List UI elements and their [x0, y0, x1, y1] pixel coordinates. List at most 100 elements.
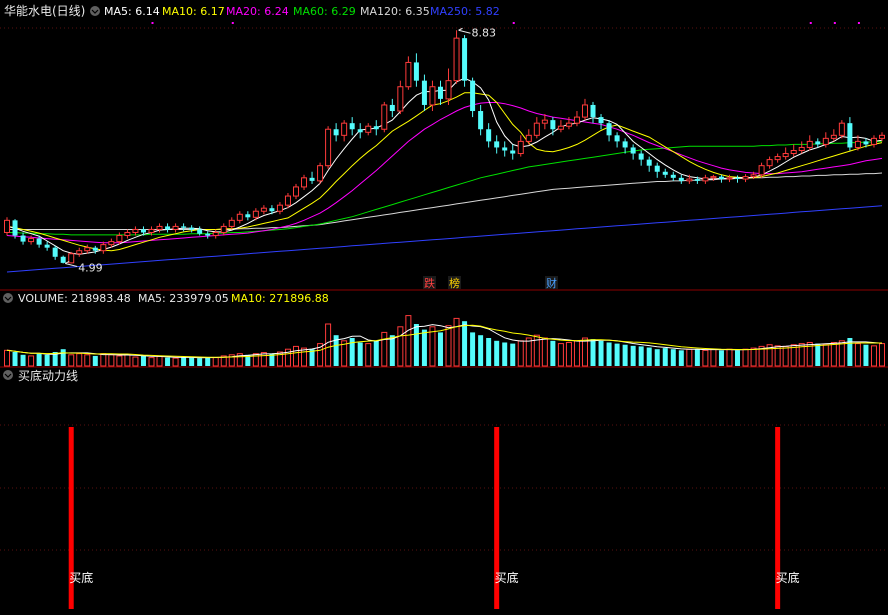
candle-body [470, 80, 476, 112]
candle-body [68, 253, 75, 264]
volume-bar [581, 337, 588, 367]
candle-body [301, 177, 308, 188]
candle [533, 117, 540, 139]
volume-bar [405, 315, 412, 367]
volume-bar [20, 354, 26, 366]
candle-body [646, 159, 652, 166]
candle-body [397, 86, 404, 112]
candle-body [782, 153, 789, 158]
badge-cai[interactable]: 财 [546, 276, 557, 290]
candle [581, 98, 588, 121]
candle-body [36, 238, 42, 245]
volume-bar [132, 356, 139, 367]
volume-bars [4, 315, 885, 367]
candle [212, 229, 219, 239]
indicator-collapse-icon[interactable] [3, 370, 13, 380]
volume-bar [686, 348, 693, 367]
volume-bar [702, 349, 709, 367]
candle-body [212, 231, 219, 237]
candle [397, 80, 404, 115]
volume-collapse-icon[interactable] [3, 293, 13, 303]
volume-bar [590, 339, 596, 366]
volume-bar [718, 350, 724, 366]
candle [510, 144, 516, 160]
buy-signal-label: 买底 [495, 570, 519, 585]
ma5-value: MA5: 6.14 [104, 5, 160, 18]
candle-body [365, 125, 372, 133]
badge-die[interactable]: 跌 [424, 276, 435, 290]
candle-body [349, 123, 355, 130]
volume-bar [373, 340, 379, 366]
candle-body [4, 219, 10, 233]
candle [76, 247, 83, 257]
candle [52, 245, 58, 260]
candle [606, 120, 612, 142]
volume-bar [486, 338, 492, 366]
candle-body [341, 122, 348, 136]
candle-body [445, 80, 452, 100]
candle [228, 217, 235, 230]
ma120-line [7, 172, 883, 230]
candle [220, 223, 227, 236]
candle-body [822, 137, 829, 145]
candle-body [879, 134, 885, 139]
volume-bar [205, 357, 211, 366]
candle [462, 35, 468, 87]
candle [68, 251, 75, 264]
candle-body [325, 128, 332, 167]
candle [100, 241, 107, 254]
buy-signal-lines: 买底 买底 买底 [68, 427, 800, 609]
candle-body [429, 86, 436, 106]
event-dot [809, 22, 812, 24]
candle-body [197, 229, 203, 234]
candle-body [830, 134, 837, 139]
candle-body [806, 140, 813, 148]
volume-bar [156, 355, 163, 367]
candlesticks [4, 30, 885, 264]
volume-bar [550, 340, 556, 366]
badge-bang[interactable]: 榜 [449, 276, 460, 290]
candle-body [758, 165, 765, 176]
candle [365, 123, 372, 136]
candle [124, 229, 131, 239]
candle-body [710, 176, 717, 179]
candle [806, 135, 813, 151]
candle [702, 174, 709, 184]
candle [541, 114, 548, 130]
volume-bar [140, 355, 146, 366]
candle-body [662, 171, 668, 175]
event-badges[interactable]: 跌 榜 财 [423, 276, 558, 290]
candle [276, 202, 283, 215]
candle-body [654, 165, 660, 172]
candle [502, 141, 508, 157]
volume-bar [445, 325, 452, 367]
volume-bar [165, 357, 171, 366]
volume-bar [357, 342, 363, 366]
buy-signal: 买底 [68, 427, 93, 609]
volume-bar [60, 349, 66, 366]
volume-bar [565, 341, 572, 367]
volume-bar [510, 343, 516, 366]
panel-collapse-icon[interactable] [90, 6, 100, 16]
ma250-value: MA250: 5.82 [430, 5, 500, 18]
volume-bar [462, 321, 468, 366]
candle-body [309, 177, 315, 181]
candle [181, 223, 187, 232]
candle [260, 205, 267, 215]
candle [614, 132, 620, 148]
volume-bar [4, 349, 10, 367]
candle-body [718, 176, 724, 180]
volume-bar [68, 354, 75, 367]
volume-bar [365, 343, 372, 367]
candle [622, 138, 628, 154]
candle-body [798, 146, 805, 151]
candle [646, 156, 652, 172]
candle [550, 117, 556, 136]
volume-value: VOLUME: 218983.48 [18, 292, 131, 305]
candle [165, 223, 171, 233]
candle-body [863, 141, 869, 145]
candle-body [317, 165, 324, 182]
candle-body [284, 195, 291, 206]
candle-body [205, 233, 211, 236]
candle-body [421, 80, 427, 105]
